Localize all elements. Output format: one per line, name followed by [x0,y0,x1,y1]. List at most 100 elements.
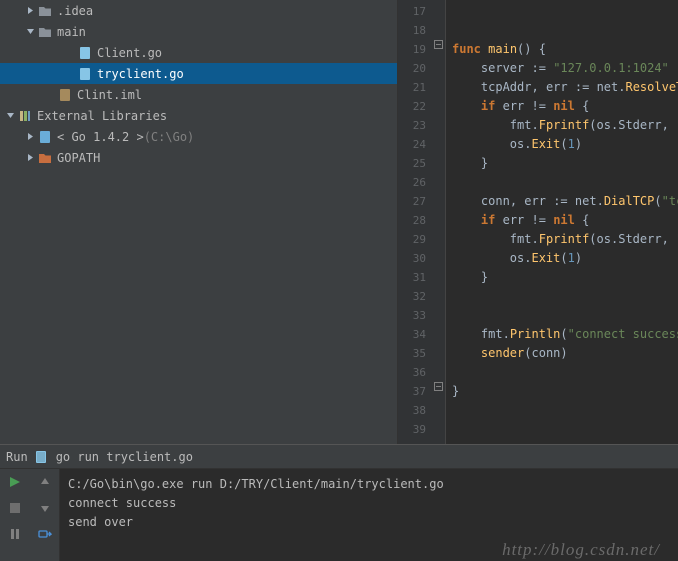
chevron-icon[interactable] [26,6,38,15]
tree-item-label: GOPATH [57,151,100,165]
up-button[interactable] [36,473,54,491]
fold-spacer [434,97,445,116]
chevron-icon[interactable] [26,153,38,162]
line-number: 32 [398,287,434,306]
rerun-button[interactable] [6,473,24,491]
code-line[interactable]: tcpAddr, err := net.ResolveTCPAddr [452,78,678,97]
fold-spacer [434,154,445,173]
run-label: Run [6,450,28,464]
fold-spacer [434,230,445,249]
run-header: Run go run tryclient.go [0,445,678,469]
fold-spacer [434,287,445,306]
fold-spacer [434,401,445,420]
line-number: 17 [398,2,434,21]
line-number: 33 [398,306,434,325]
code-line[interactable]: fmt.Fprintf(os.Stderr, "Fatal [452,230,678,249]
code-line[interactable]: func main() { [452,40,678,59]
code-line[interactable]: server := "127.0.0.1:1024" [452,59,678,78]
code-line[interactable]: sender(conn) [452,344,678,363]
tree-item-external-libraries[interactable]: External Libraries [0,105,397,126]
line-number: 34 [398,325,434,344]
pause-button[interactable] [6,525,24,543]
code-line[interactable] [452,420,678,439]
code-line[interactable]: fmt.Println("connect success") [452,325,678,344]
line-number: 25 [398,154,434,173]
line-gutter: 1718192021222324252627282930313233343536… [398,0,434,444]
run-toolbar [0,469,60,561]
console-line: C:/Go\bin\go.exe run D:/TRY/Client/main/… [68,475,670,494]
code-line[interactable]: conn, err := net.DialTCP("tcp", ni [452,192,678,211]
tree-item-label: main [57,25,86,39]
line-number: 24 [398,135,434,154]
attach-button[interactable] [36,525,54,543]
line-number: 23 [398,116,434,135]
fold-spacer [434,344,445,363]
gofile-icon [78,46,92,60]
tree-item-tryclient-go[interactable]: tryclient.go [0,63,397,84]
fold-spacer [434,249,445,268]
tree-item--idea[interactable]: .idea [0,0,397,21]
code-line[interactable]: } [452,268,678,287]
tree-item-hint: (C:\Go) [144,130,195,144]
fold-spacer [434,420,445,439]
folder-icon [38,25,52,39]
chevron-icon[interactable] [6,111,18,120]
folder2-icon [38,151,52,165]
tree-item-label: tryclient.go [97,67,184,81]
tree-item-clint-iml[interactable]: Clint.iml [0,84,397,105]
fold-spacer [434,173,445,192]
code-area[interactable]: func main() { server := "127.0.0.1:1024"… [446,0,678,444]
code-line[interactable]: if err != nil { [452,97,678,116]
fold-open-icon[interactable] [434,40,445,59]
tree-item-main[interactable]: main [0,21,397,42]
line-number: 39 [398,420,434,439]
code-line[interactable] [452,2,678,21]
tree-item-client-go[interactable]: Client.go [0,42,397,63]
project-tree[interactable]: .idea main Client.go tryclient.go Clint.iml E… [0,0,398,444]
line-number: 37 [398,382,434,401]
down-button[interactable] [36,499,54,517]
code-line[interactable] [452,306,678,325]
line-number: 26 [398,173,434,192]
fold-spacer [434,135,445,154]
tree-item-label: Clint.iml [77,88,142,102]
tree-item-label: .idea [57,4,93,18]
lib-icon [18,109,32,123]
chevron-icon[interactable] [26,132,38,141]
line-number: 22 [398,97,434,116]
code-line[interactable]: os.Exit(1) [452,249,678,268]
fold-gutter[interactable] [434,0,446,444]
fold-spacer [434,192,445,211]
code-line[interactable]: } [452,382,678,401]
folder-icon [38,4,52,18]
tree-item--go-1-4-2-[interactable]: < Go 1.4.2 > (C:\Go) [0,126,397,147]
gofile-icon [78,67,92,81]
console-output[interactable]: C:/Go\bin\go.exe run D:/TRY/Client/main/… [60,469,678,561]
code-line[interactable]: if err != nil { [452,211,678,230]
line-number: 29 [398,230,434,249]
code-line[interactable]: } [452,154,678,173]
tree-item-gopath-clint-[interactable]: GOPATH [0,147,397,168]
code-line[interactable] [452,401,678,420]
line-number: 21 [398,78,434,97]
fold-spacer [434,211,445,230]
code-line[interactable] [452,173,678,192]
code-line[interactable] [452,363,678,382]
code-line[interactable]: fmt.Fprintf(os.Stderr, "Fatal [452,116,678,135]
code-line[interactable]: os.Exit(1) [452,135,678,154]
code-line[interactable] [452,21,678,40]
fold-close-icon[interactable] [434,382,445,401]
code-line[interactable] [452,287,678,306]
fold-spacer [434,2,445,21]
fold-spacer [434,306,445,325]
code-editor[interactable]: 1718192021222324252627282930313233343536… [398,0,678,444]
line-number: 27 [398,192,434,211]
line-number: 35 [398,344,434,363]
fold-spacer [434,116,445,135]
tree-item-label: External Libraries [37,109,167,123]
chevron-icon[interactable] [26,27,38,36]
iml-icon [58,88,72,102]
console-line: send over [68,513,670,532]
line-number: 38 [398,401,434,420]
stop-button[interactable] [6,499,24,517]
